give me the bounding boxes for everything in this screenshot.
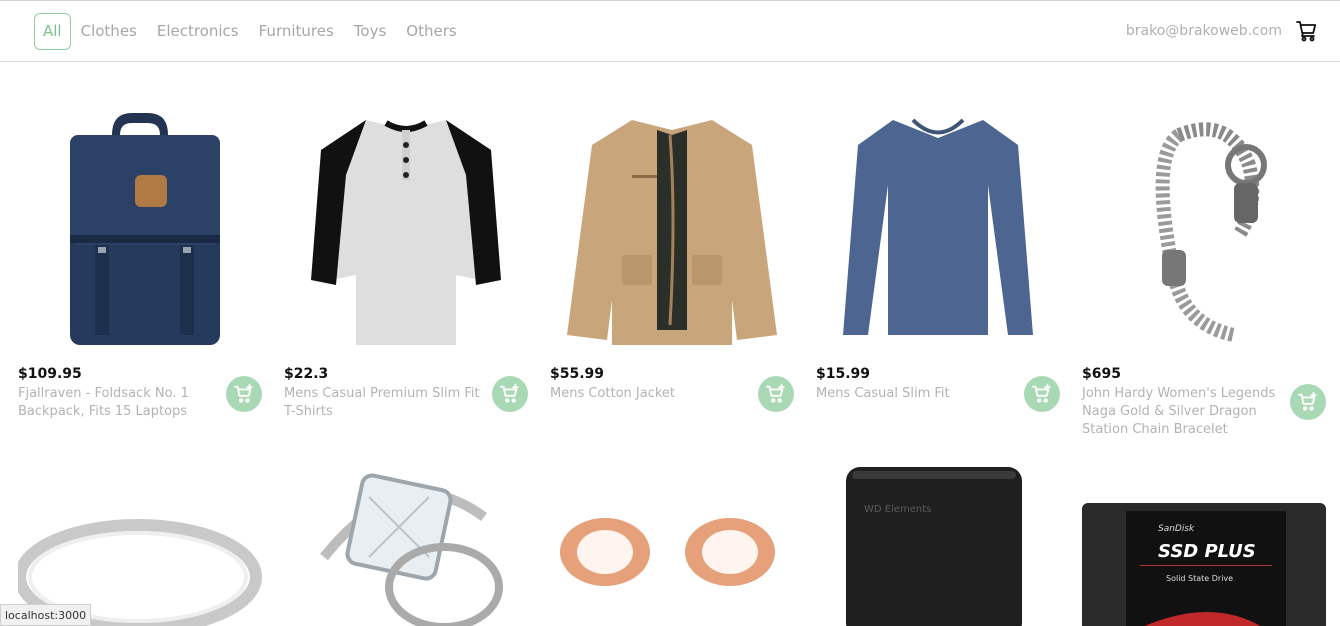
product-image-raglan-shirt[interactable] <box>284 100 528 350</box>
ssd-brand: SanDisk <box>1158 524 1195 534</box>
product-card[interactable]: $55.99 Mens Cotton Jacket <box>550 100 794 439</box>
add-cart-icon <box>1297 391 1317 411</box>
tab-others[interactable]: Others <box>396 15 466 48</box>
product-card[interactable] <box>284 467 528 626</box>
ssd-subtitle: Solid State Drive <box>1166 574 1233 583</box>
product-image-rose-gold-plugs[interactable] <box>550 467 794 626</box>
product-card[interactable]: SanDisk SSD PLUS Solid State Drive <box>1082 467 1326 626</box>
add-cart-icon <box>499 383 519 403</box>
add-cart-icon <box>1031 383 1051 403</box>
product-card[interactable]: $695 John Hardy Women's Legends Naga Gol… <box>1082 100 1326 439</box>
product-price: $15.99 <box>816 366 871 382</box>
product-title[interactable]: Mens Casual Slim Fit <box>816 385 1016 403</box>
add-to-cart-button[interactable] <box>758 376 794 412</box>
tab-all[interactable]: All <box>34 12 71 50</box>
add-cart-icon <box>233 383 253 403</box>
status-bar-url: localhost:3000 <box>0 604 92 626</box>
product-price: $109.95 <box>18 366 82 382</box>
product-image-long-sleeve-shirt[interactable] <box>816 100 1060 350</box>
product-image-bracelet[interactable] <box>1082 100 1326 350</box>
user-email: brako@brakoweb.com <box>1125 23 1282 39</box>
product-image-silver-ring[interactable] <box>18 467 262 626</box>
tab-clothes[interactable]: Clothes <box>71 15 147 48</box>
product-price: $22.3 <box>284 366 329 382</box>
product-image-diamond-ring[interactable] <box>284 467 528 626</box>
product-card[interactable]: $15.99 Mens Casual Slim Fit <box>816 100 1060 439</box>
product-grid: $109.95 Fjallraven - Foldsack No. 1 Back… <box>18 100 1340 626</box>
product-card[interactable]: $109.95 Fjallraven - Foldsack No. 1 Back… <box>18 100 262 439</box>
product-title[interactable]: Mens Casual Premium Slim Fit T-Shirts <box>284 385 484 421</box>
product-image-jacket[interactable] <box>550 100 794 350</box>
category-tabs: All Clothes Electronics Furnitures Toys … <box>34 12 467 50</box>
product-title[interactable]: Fjallraven - Foldsack No. 1 Backpack, Fi… <box>18 385 218 421</box>
product-card[interactable]: $22.3 Mens Casual Premium Slim Fit T-Shi… <box>284 100 528 439</box>
tab-toys[interactable]: Toys <box>344 15 396 48</box>
product-card[interactable]: WD Elements <box>816 467 1060 626</box>
tab-electronics[interactable]: Electronics <box>147 15 249 48</box>
product-card[interactable] <box>550 467 794 626</box>
add-to-cart-button[interactable] <box>1024 376 1060 412</box>
product-title[interactable]: John Hardy Women's Legends Naga Gold & S… <box>1082 385 1282 439</box>
add-to-cart-button[interactable] <box>492 376 528 412</box>
product-image-external-hard-drive[interactable]: WD Elements <box>816 467 1060 626</box>
add-to-cart-button[interactable] <box>226 376 262 412</box>
add-to-cart-button[interactable] <box>1290 384 1326 420</box>
brand-text: WD Elements <box>864 504 931 515</box>
ssd-model: SSD PLUS <box>1158 541 1256 562</box>
shopping-cart-icon[interactable] <box>1294 18 1320 44</box>
product-image-backpack[interactable] <box>18 100 262 350</box>
tab-furnitures[interactable]: Furnitures <box>249 15 344 48</box>
product-image-ssd[interactable]: SanDisk SSD PLUS Solid State Drive <box>1082 467 1326 626</box>
product-title[interactable]: Mens Cotton Jacket <box>550 385 750 403</box>
product-price: $55.99 <box>550 366 605 382</box>
product-price: $695 <box>1082 366 1121 382</box>
add-cart-icon <box>765 383 785 403</box>
product-card[interactable] <box>18 467 262 626</box>
top-navigation: All Clothes Electronics Furnitures Toys … <box>0 0 1340 62</box>
